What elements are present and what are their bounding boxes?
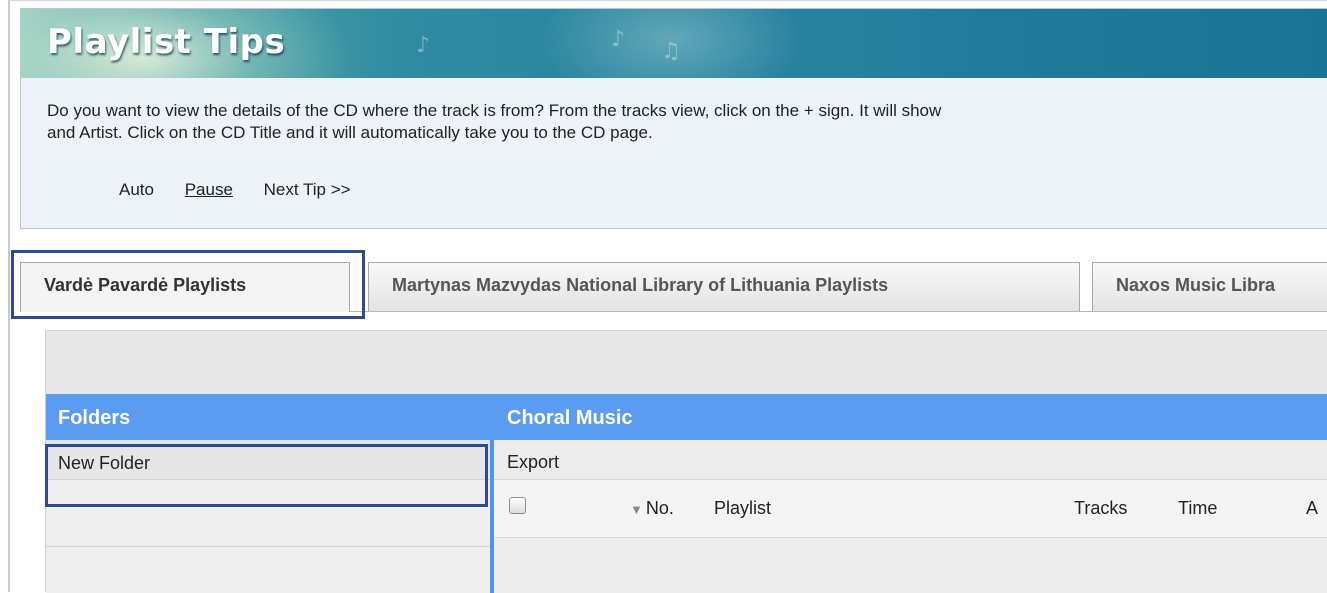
pause-button[interactable]: Pause bbox=[185, 180, 233, 199]
tips-controls: Auto Pause Next Tip >> bbox=[119, 180, 377, 200]
new-folder-button[interactable]: New Folder bbox=[46, 440, 490, 480]
tip-text-line: Do you want to view the details of the C… bbox=[47, 101, 942, 120]
tips-banner: ♪ ♫ ♪ Playlist Tips bbox=[21, 9, 1327, 78]
music-note-icon: ♪ bbox=[611, 27, 626, 52]
music-note-icon: ♪ bbox=[416, 33, 431, 58]
page-border-top bbox=[8, 0, 1327, 1]
tip-text: Do you want to view the details of the C… bbox=[47, 100, 941, 144]
folders-list: New Folder bbox=[46, 440, 490, 593]
select-all-checkbox[interactable] bbox=[509, 497, 526, 514]
sort-desc-icon: ▼ bbox=[630, 502, 643, 517]
folders-header: Folders bbox=[58, 407, 131, 429]
auto-button[interactable]: Auto bbox=[119, 180, 154, 199]
music-note-icon: ♫ bbox=[661, 39, 681, 64]
next-tip-button[interactable]: Next Tip >> bbox=[264, 180, 351, 199]
column-tracks[interactable]: Tracks bbox=[1074, 498, 1127, 519]
toolbar bbox=[46, 331, 1327, 394]
tab-naxos-playlists[interactable]: Naxos Music Libra bbox=[1092, 262, 1327, 311]
export-bar: Export bbox=[494, 440, 1327, 480]
playlist-list-area bbox=[494, 538, 1327, 593]
panel-header-bar: Folders Choral Music bbox=[46, 394, 1327, 440]
column-extra[interactable]: A bbox=[1306, 498, 1318, 519]
playlist-tips-panel: ♪ ♫ ♪ Playlist Tips Do you want to view … bbox=[20, 8, 1327, 229]
tab-library-playlists[interactable]: Martynas Mazvydas National Library of Li… bbox=[368, 262, 1080, 311]
column-playlist[interactable]: Playlist bbox=[714, 498, 771, 519]
folder-row-empty bbox=[46, 480, 490, 547]
export-button[interactable]: Export bbox=[507, 452, 559, 473]
tips-title: Playlist Tips bbox=[47, 22, 286, 62]
playlist-folder-title: Choral Music bbox=[507, 407, 633, 429]
column-time[interactable]: Time bbox=[1178, 498, 1217, 519]
column-no[interactable]: ▼ No. bbox=[630, 498, 674, 519]
playlists-main-panel: Folders Choral Music New Folder Export ▼… bbox=[45, 330, 1327, 593]
column-no-label: No. bbox=[645, 498, 674, 518]
playlist-table-header: ▼ No. Playlist Tracks Time A bbox=[494, 480, 1327, 538]
folder-row-empty bbox=[46, 547, 490, 593]
tab-my-playlists[interactable]: Vardė Pavardė Playlists bbox=[20, 262, 350, 312]
tip-text-line: and Artist. Click on the CD Title and it… bbox=[47, 123, 653, 142]
page-border-left bbox=[8, 0, 10, 592]
